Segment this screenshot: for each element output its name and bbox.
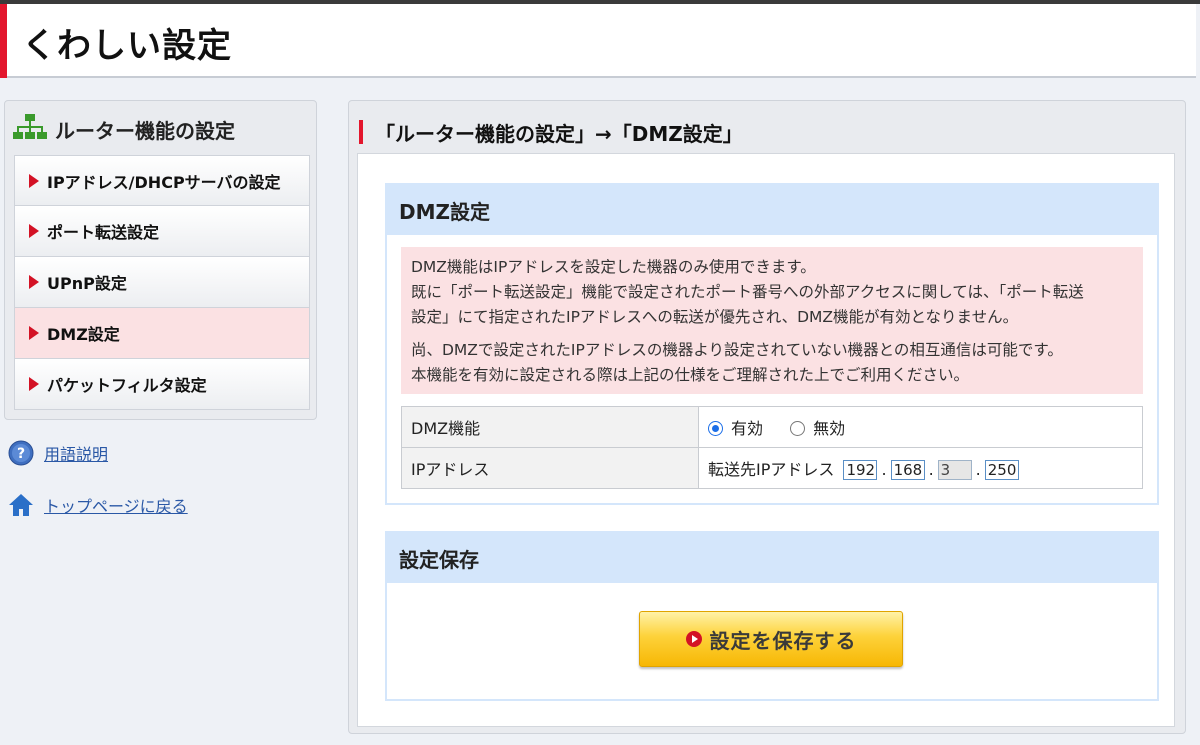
sidebar-item-packet-filter[interactable]: パケットフィルタ設定 [14, 359, 310, 410]
dmz-function-label: DMZ機能 [401, 406, 699, 448]
sidebar-item-port-forwarding[interactable]: ポート転送設定 [14, 206, 310, 257]
glossary-link[interactable]: 用語説明 [44, 441, 108, 465]
svg-text:?: ? [17, 446, 25, 462]
sidebar-item-label: IPアドレス/DHCPサーバの設定 [47, 172, 281, 192]
dmz-section: DMZ設定 DMZ機能はIPアドレスを設定した機器のみ使用できます。 既に「ポー… [385, 183, 1159, 505]
ip-octet-2-field[interactable]: 168 [890, 460, 925, 481]
glossary-link-row: ? 用語説明 [8, 440, 108, 466]
sidebar-title: ルーター機能の設定 [55, 119, 235, 143]
triangle-right-icon [29, 173, 39, 188]
sidebar-menu: IPアドレス/DHCPサーバの設定 ポート転送設定 UPnP設定 DMZ設定 パ… [14, 155, 310, 410]
disable-radio[interactable] [790, 421, 806, 436]
sidebar-item-label: ポート転送設定 [47, 223, 160, 242]
sidebar-item-label: UPnP設定 [47, 274, 127, 293]
triangle-right-icon [29, 275, 39, 289]
play-icon [685, 631, 702, 647]
enable-radio-label[interactable]: 有効 [731, 419, 763, 438]
notice-line: 本機能を有効に設定される際は上記の仕様をご理解された上でご利用ください。 [411, 366, 970, 384]
main-header-accent [359, 120, 363, 144]
save-button-label: 設定を保存する [709, 628, 857, 653]
notice-paragraph-2: 尚、DMZで設定されたIPアドレスの機器より設定されていない機器との相互通信は可… [411, 338, 1133, 388]
notice-paragraph-1: DMZ機能はIPアドレスを設定した機器のみ使用できます。 既に「ポート転送設定」… [411, 255, 1133, 330]
help-icon[interactable]: ? [8, 440, 34, 466]
page-title: くわしい設定 [22, 26, 232, 66]
save-section-heading: 設定保存 [387, 533, 1157, 583]
notice-line: DMZ機能はIPアドレスを設定した機器のみ使用できます。 [411, 258, 816, 276]
home-icon[interactable] [8, 492, 34, 518]
notice-line: 尚、DMZで設定されたIPアドレスの機器より設定されていない機器との相互通信は可… [411, 341, 1063, 359]
disable-radio-label[interactable]: 無効 [813, 419, 845, 438]
dmz-notice: DMZ機能はIPアドレスを設定した機器のみ使用できます。 既に「ポート転送設定」… [401, 247, 1143, 394]
sidebar-item-label: パケットフィルタ設定 [47, 376, 207, 395]
triangle-right-icon [29, 326, 39, 340]
main-header: 「ルーター機能の設定」→「DMZ設定」 [359, 117, 743, 147]
page-header: くわしい設定 [0, 4, 1196, 78]
ip-dot: . [975, 459, 981, 479]
ip-address-fields: 転送先IPアドレス 192. 168. 3. 250 [698, 447, 1143, 489]
ip-prefix-label: 転送先IPアドレス [708, 459, 835, 479]
sidebar-item-upnp[interactable]: UPnP設定 [14, 257, 310, 308]
table-row: IPアドレス 転送先IPアドレス 192. 168. 3. 250 [401, 447, 1143, 489]
notice-line: 設定」にて指定されたIPアドレスへの転送が優先され、DMZ機能が有効となりません… [411, 308, 1019, 326]
notice-line: 既に「ポート転送設定」機能で設定されたポート番号への外部アクセスに関しては、「ポ… [411, 283, 1084, 301]
dmz-function-options: 有効 無効 [698, 406, 1143, 448]
ip-dot: . [881, 459, 887, 479]
sidebar: ルーター機能の設定 IPアドレス/DHCPサーバの設定 ポート転送設定 UPnP… [4, 100, 317, 420]
header-accent [0, 4, 7, 78]
home-link-row: トップページに戻る [8, 492, 188, 518]
network-tree-icon [13, 114, 47, 139]
sidebar-item-dmz[interactable]: DMZ設定 [14, 308, 310, 359]
ip-octet-3-field[interactable]: 3 [937, 460, 972, 481]
top-page-link[interactable]: トップページに戻る [44, 493, 188, 517]
table-row: DMZ機能 有効 無効 [401, 406, 1143, 448]
dmz-settings-table: DMZ機能 有効 無効 IPアドレス 転送先IPアドレス 192. 168. 3. 2… [401, 406, 1143, 489]
ip-dot: . [928, 459, 934, 479]
save-settings-button[interactable]: 設定を保存する [639, 611, 903, 667]
ip-octet-1-field[interactable]: 192 [843, 460, 878, 481]
ip-address-label: IPアドレス [401, 447, 699, 489]
enable-radio[interactable] [708, 421, 723, 436]
triangle-right-icon [29, 224, 39, 238]
sidebar-item-label: DMZ設定 [47, 325, 120, 344]
sidebar-item-ip-dhcp[interactable]: IPアドレス/DHCPサーバの設定 [14, 155, 310, 206]
save-section: 設定保存 設定を保存する [385, 531, 1159, 701]
breadcrumb-title: 「ルーター機能の設定」→「DMZ設定」 [375, 121, 743, 146]
triangle-right-icon [29, 377, 39, 391]
sidebar-header: ルーター機能の設定 [5, 101, 316, 151]
dmz-section-heading: DMZ設定 [387, 185, 1157, 235]
ip-octet-4-field[interactable]: 250 [984, 460, 1019, 481]
main-body: DMZ設定 DMZ機能はIPアドレスを設定した機器のみ使用できます。 既に「ポー… [357, 153, 1175, 727]
main-panel: 「ルーター機能の設定」→「DMZ設定」 DMZ設定 DMZ機能はIPアドレスを設… [348, 100, 1186, 734]
